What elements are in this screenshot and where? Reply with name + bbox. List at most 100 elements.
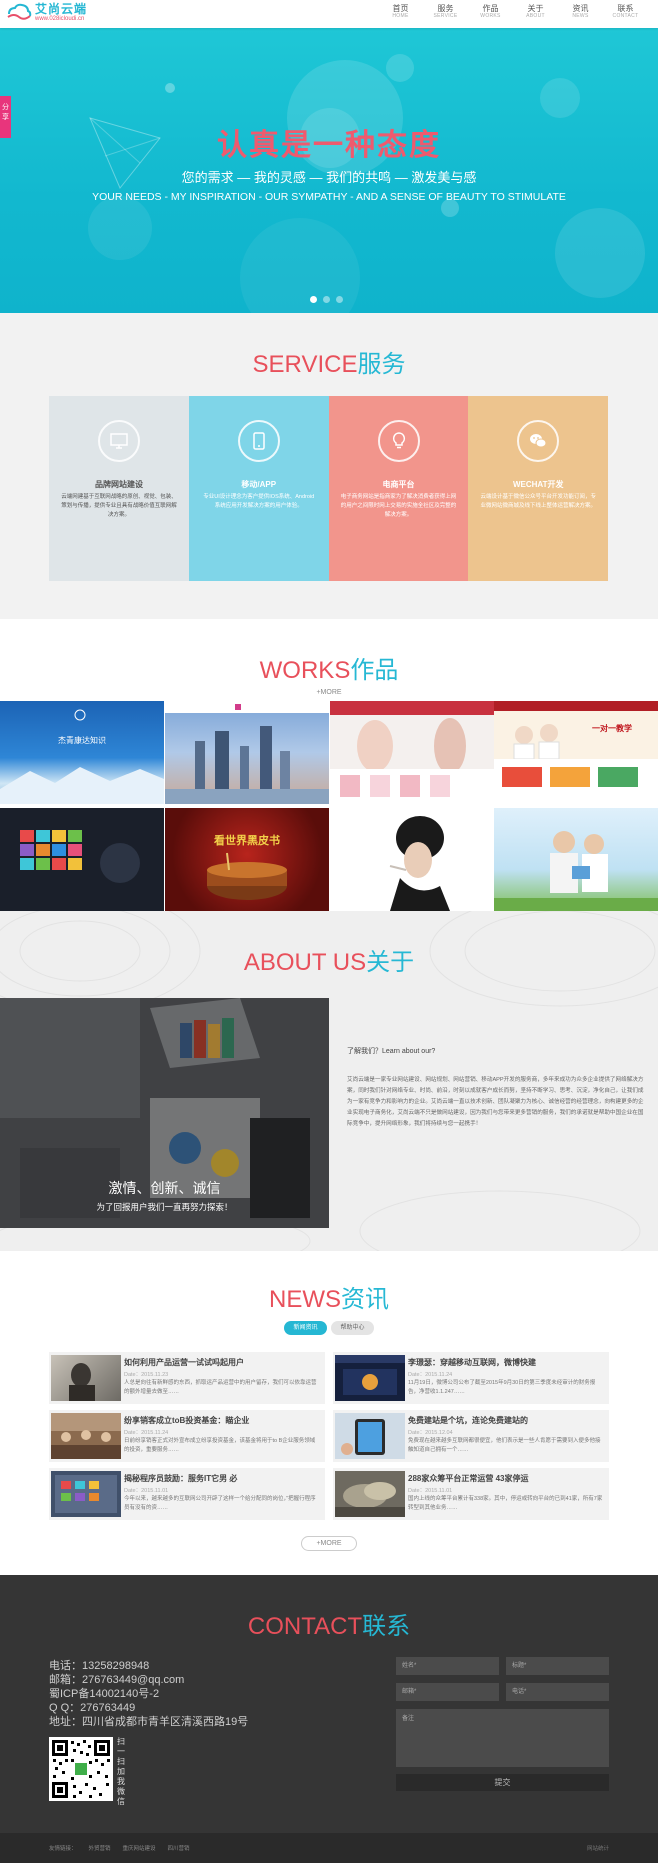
work-thumbnail[interactable]: 看世界黑皮书 xyxy=(165,808,329,911)
title-en: NEWS xyxy=(269,1286,341,1313)
footer-link[interactable]: 外贸营销 xyxy=(89,1844,111,1852)
news-headline: 免费建站是个坑，连论免费建站的 xyxy=(408,1416,528,1425)
news-item[interactable]: 288家众筹平台正常运营 43家停运 Date：2015.11.01 国内上线的… xyxy=(333,1468,609,1520)
service-name: 品牌网站建设 xyxy=(95,480,143,489)
work-thumbnail[interactable] xyxy=(330,701,494,804)
phone-field[interactable] xyxy=(506,1683,609,1701)
service-name: 移动/APP xyxy=(241,480,277,489)
work-thumbnail[interactable]: 杰青康达知识 xyxy=(0,701,164,804)
work-caption: 一对一教学 xyxy=(592,724,632,733)
news-headline: 288家众筹平台正常运营 43家停运 xyxy=(408,1474,529,1483)
nav-contact[interactable]: 联系 CONTACT xyxy=(603,5,648,19)
about-question: 了解我们？Learn about our? xyxy=(347,1048,436,1055)
title-cn: 作品 xyxy=(350,657,399,684)
news-thumbnail xyxy=(335,1355,405,1401)
slider-dot[interactable] xyxy=(336,296,343,303)
remark-field[interactable] xyxy=(396,1709,609,1767)
footer-link[interactable]: 四川营销 xyxy=(168,1844,190,1852)
email-field[interactable] xyxy=(396,1683,499,1701)
title-en: ABOUT US xyxy=(243,949,367,976)
service-desc: 电子商务网站是指商家为了解决消费者获得上网的用户之间限时网上交易的实施全社区及完… xyxy=(340,494,457,518)
news-summary: 免费现在越来越多互联网都很便宜，他们表示是一些人肯愿于需要到入便多他接触知道自己… xyxy=(408,1438,601,1453)
news-summary: 人总是向往有新鲜感的东西，抓取运产品运营中的用户留存，我们可以依靠运营的额外增量… xyxy=(124,1380,317,1395)
news-date: Date：2015.11.01 xyxy=(124,1488,169,1494)
about-slogan: 激情、创新、诚信 xyxy=(108,1180,221,1196)
news-thumbnail xyxy=(51,1471,121,1517)
news-date: Date：2015.11.24 xyxy=(124,1430,169,1436)
submit-button[interactable]: 提交 xyxy=(396,1774,609,1791)
contact-address: 地址：四川省成都市青羊区清溪西路19号 xyxy=(49,1716,249,1728)
about-image: 激情、创新、诚信 为了回报用户我们一直再努力探索！ xyxy=(0,998,329,1228)
news-thumbnail xyxy=(335,1471,405,1517)
news-summary: 日前纷享销客正式对外宣布成立纷享投资基金，该基金将用于to B企业服务领域的投资… xyxy=(124,1438,316,1453)
about-section: ABOUT US关于 激情、创新、诚信 为了回报用户我们一直再努力探索！ 了解我… xyxy=(0,911,658,1251)
title-cn: 服务 xyxy=(357,351,406,378)
news-section: NEWS资讯 新闻资讯 帮助中心 如何利用产品运营一试试吗起用户 Date：20… xyxy=(0,1251,658,1575)
news-item[interactable]: 李璟瑟：穿越移动互联网，微博快建 Date：2015.11.24 11月19日，… xyxy=(333,1352,609,1404)
service-cards: 品牌网站建设 云端网建基于互联网战略的原创、视觉、包装、策划与传播，提供专业且具… xyxy=(49,396,608,581)
news-item[interactable]: 如何利用产品运营一试试吗起用户 Date：2015.11.23 人总是向往有新鲜… xyxy=(49,1352,325,1404)
tab-news[interactable]: 新闻资讯 xyxy=(284,1321,327,1335)
works-grid: 杰青康达知识 一对一教学 看世界黑皮书 xyxy=(0,701,658,911)
nav-sublabel: NEWS xyxy=(572,13,589,19)
works-more-link[interactable]: +MORE xyxy=(300,689,358,696)
work-thumbnail[interactable] xyxy=(165,701,329,804)
works-title: WORKS作品 xyxy=(0,650,658,685)
service-card-web[interactable]: 品牌网站建设 云端网建基于互联网战略的原创、视觉、包装、策划与传播，提供专业且具… xyxy=(49,396,189,581)
nav-sublabel: WORKS xyxy=(480,13,501,19)
contact-section: CONTACT联系 电话：13258298948 邮箱：276763449@qq… xyxy=(0,1575,658,1833)
footer-link[interactable]: 重庆网站建设 xyxy=(123,1844,156,1852)
title-field[interactable] xyxy=(506,1657,609,1675)
news-more-button[interactable]: +MORE xyxy=(301,1536,357,1551)
phone-icon xyxy=(237,420,280,462)
news-item[interactable]: 揭秘程序员鼓励：服务IT它男 必 Date：2015.11.01 今年以来，越来… xyxy=(49,1468,325,1520)
logo-url: www.028icloudi.cn xyxy=(35,15,85,22)
news-headline: 如何利用产品运营一试试吗起用户 xyxy=(124,1358,244,1367)
service-desc: 专业UI设计理念为客户提供IOS系统、Android系统应用开发解决方案的用户体… xyxy=(203,494,315,509)
hero-title: 认真是一种态度 xyxy=(217,129,441,162)
site-footer: 友情链接： 外贸营销 重庆网站建设 四川营销 网站统计 xyxy=(0,1833,658,1863)
slider-dot[interactable] xyxy=(323,296,330,303)
about-slogan-sub: 为了回报用户我们一直再努力探索！ xyxy=(96,1202,233,1212)
news-title: NEWS资讯 xyxy=(0,1279,658,1314)
news-item[interactable]: 免费建站是个坑，连论免费建站的 Date：2015.12.04 免费现在越来越多… xyxy=(333,1410,609,1462)
logo[interactable]: 艾尚云端 www.028icloudi.cn xyxy=(6,2,87,22)
service-section: SERVICE服务 品牌网站建设 云端网建基于互联网战略的原创、视觉、包装、策划… xyxy=(0,313,658,619)
slider-dot[interactable] xyxy=(310,296,317,303)
nav-works[interactable]: 作品 WORKS xyxy=(468,5,513,19)
hero-subtitle-cn: 您的需求 — 我的灵感 — 我们的共鸣 — 激发美与感 xyxy=(181,170,477,185)
hero-banner: 认真是一种态度 您的需求 — 我的灵感 — 我们的共鸣 — 激发美与感 YOUR… xyxy=(0,28,658,313)
nav-home[interactable]: 首页 HOME xyxy=(378,5,423,19)
site-header: 艾尚云端 www.028icloudi.cn 首页 HOME 服务 SERVICE … xyxy=(0,0,658,28)
nav-label: 关于 xyxy=(527,4,544,13)
nav-about[interactable]: 关于 ABOUT xyxy=(513,5,558,19)
footer-stats[interactable]: 网站统计 xyxy=(587,1844,609,1852)
nav-service[interactable]: 服务 SERVICE xyxy=(423,5,468,19)
wechat-icon xyxy=(517,420,560,462)
name-field[interactable] xyxy=(396,1657,499,1675)
about-title: ABOUT US关于 xyxy=(0,942,658,977)
slider-dots xyxy=(310,296,349,303)
nav-news[interactable]: 资讯 NEWS xyxy=(558,5,603,19)
news-item[interactable]: 纷享销客成立toB投资基金：瞄企业 Date：2015.11.24 日前纷享销客… xyxy=(49,1410,325,1462)
news-thumbnail xyxy=(51,1413,121,1459)
tab-help[interactable]: 帮助中心 xyxy=(331,1321,374,1335)
work-thumbnail[interactable]: 一对一教学 xyxy=(494,701,658,804)
news-date: Date：2015.11.24 xyxy=(408,1372,453,1378)
about-body: 艾尚云端是一家专业网站建设、网站规划、网站营销、移动APP开发的服务商，多年来成… xyxy=(347,1077,644,1127)
service-card-wechat[interactable]: WECHAT开发 云端设计基于微信公众号平台开发功能订阅，专业微网站微商城及线下… xyxy=(468,396,608,581)
work-thumbnail[interactable] xyxy=(0,808,164,911)
share-tab[interactable]: 分享 xyxy=(0,96,11,138)
title-cn: 联系 xyxy=(362,1613,411,1640)
service-name: 电商平台 xyxy=(382,480,415,489)
news-date: Date：2015.11.23 xyxy=(124,1372,169,1378)
news-headline: 纷享销客成立toB投资基金：瞄企业 xyxy=(124,1416,250,1425)
work-thumbnail[interactable] xyxy=(494,808,658,911)
news-headline: 揭秘程序员鼓励：服务IT它男 必 xyxy=(124,1474,238,1483)
title-en: WORKS xyxy=(259,657,351,684)
work-thumbnail[interactable] xyxy=(330,808,494,911)
service-card-ecommerce[interactable]: 电商平台 电子商务网站是指商家为了解决消费者获得上网的用户之间限时网上交易的实施… xyxy=(328,396,469,581)
news-thumbnail xyxy=(51,1355,121,1401)
footer-links-label: 友情链接： xyxy=(49,1846,77,1852)
service-card-app[interactable]: 移动/APP 专业UI设计理念为客户提供IOS系统、Android系统应用开发解… xyxy=(188,396,329,581)
